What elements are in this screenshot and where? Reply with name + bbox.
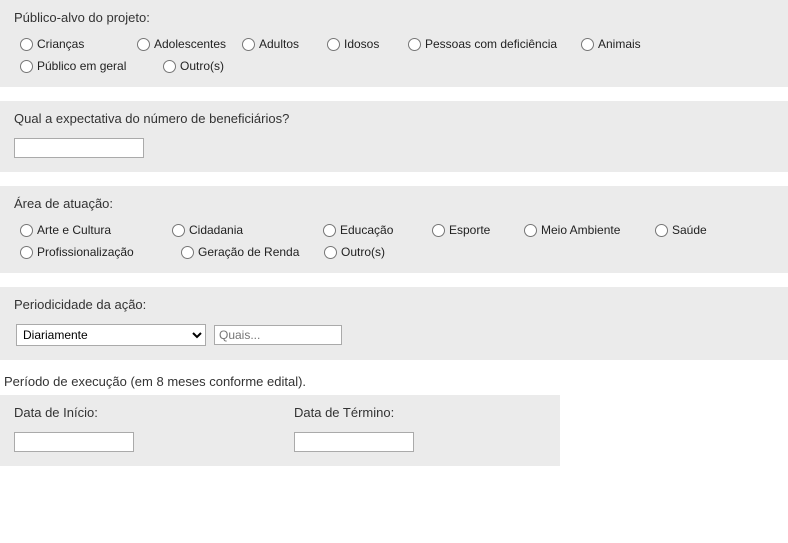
expectativa-input[interactable] (14, 138, 144, 158)
radio-label: Crianças (37, 37, 84, 51)
radio-animais[interactable]: Animais (581, 37, 681, 51)
radio-outros-area[interactable]: Outro(s) (324, 245, 404, 259)
radio-label: Cidadania (189, 223, 243, 237)
radio-adolescentes[interactable]: Adolescentes (137, 37, 238, 51)
radio-label: Público em geral (37, 59, 126, 73)
section-area-atuacao: Área de atuação: Arte e Cultura Cidadani… (0, 186, 788, 273)
radio-label: Saúde (672, 223, 707, 237)
data-termino-block: Data de Término: (280, 395, 560, 466)
data-termino-input[interactable] (294, 432, 414, 452)
publico-alvo-title: Público-alvo do projeto: (14, 10, 774, 25)
radio-label: Profissionalização (37, 245, 134, 259)
radio-label: Meio Ambiente (541, 223, 620, 237)
section-periodo-execucao: Data de Início: Data de Término: (0, 395, 788, 466)
radio-saude[interactable]: Saúde (655, 223, 735, 237)
radio-idosos[interactable]: Idosos (327, 37, 404, 51)
radio-publico-geral[interactable]: Público em geral (20, 59, 159, 73)
radio-educacao[interactable]: Educação (323, 223, 428, 237)
periodicidade-select[interactable]: Diariamente (16, 324, 206, 346)
radio-label: Adolescentes (154, 37, 226, 51)
radio-label: Arte e Cultura (37, 223, 111, 237)
radio-adultos[interactable]: Adultos (242, 37, 323, 51)
radio-label: Outro(s) (341, 245, 385, 259)
radio-profissionalizacao[interactable]: Profissionalização (20, 245, 177, 259)
radio-pessoas-deficiencia[interactable]: Pessoas com deficiência (408, 37, 577, 51)
radio-label: Geração de Renda (198, 245, 299, 259)
radio-cidadania[interactable]: Cidadania (172, 223, 319, 237)
periodo-execucao-title: Período de execução (em 8 meses conforme… (0, 374, 788, 389)
radio-arte-cultura[interactable]: Arte e Cultura (20, 223, 168, 237)
radio-label: Idosos (344, 37, 379, 51)
radio-label: Pessoas com deficiência (425, 37, 557, 51)
section-publico-alvo: Público-alvo do projeto: Crianças Adoles… (0, 0, 788, 87)
section-periodicidade: Periodicidade da ação: Diariamente (0, 287, 788, 360)
data-termino-label: Data de Término: (294, 405, 546, 420)
radio-outros-publico[interactable]: Outro(s) (163, 59, 263, 73)
periodicidade-title: Periodicidade da ação: (14, 297, 774, 312)
radio-label: Outro(s) (180, 59, 224, 73)
area-atuacao-title: Área de atuação: (14, 196, 774, 211)
radio-esporte[interactable]: Esporte (432, 223, 520, 237)
expectativa-title: Qual a expectativa do número de benefici… (14, 111, 774, 126)
section-expectativa: Qual a expectativa do número de benefici… (0, 101, 788, 172)
radio-label: Adultos (259, 37, 299, 51)
radio-meio-ambiente[interactable]: Meio Ambiente (524, 223, 651, 237)
radio-geracao-renda[interactable]: Geração de Renda (181, 245, 320, 259)
radio-label: Animais (598, 37, 641, 51)
publico-alvo-options: Crianças Adolescentes Adultos Idosos Pes… (20, 37, 774, 73)
radio-label: Educação (340, 223, 393, 237)
radio-criancas[interactable]: Crianças (20, 37, 133, 51)
data-inicio-block: Data de Início: (0, 395, 280, 466)
periodicidade-quais-input[interactable] (214, 325, 342, 345)
data-inicio-input[interactable] (14, 432, 134, 452)
data-inicio-label: Data de Início: (14, 405, 266, 420)
area-atuacao-options: Arte e Cultura Cidadania Educação Esport… (20, 223, 774, 259)
radio-label: Esporte (449, 223, 490, 237)
periodicidade-controls: Diariamente (16, 324, 774, 346)
